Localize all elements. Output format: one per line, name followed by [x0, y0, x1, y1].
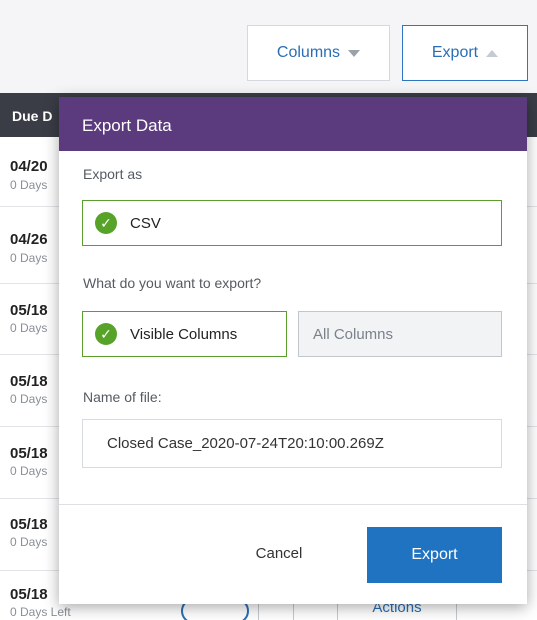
modal-footer-divider — [59, 504, 527, 505]
due-date: 04/20 — [10, 158, 48, 175]
toolbar: Columns Export — [0, 0, 537, 93]
csv-option[interactable]: ✓ CSV — [82, 200, 502, 246]
due-date: 04/26 — [10, 231, 48, 248]
export-toolbar-button-label: Export — [431, 44, 479, 61]
all-columns-option[interactable]: All Columns — [298, 311, 502, 357]
export-as-label: Export as — [83, 166, 143, 182]
export-data-modal: Export Data Export as ✓ CSV What do you … — [59, 97, 527, 604]
all-columns-label: All Columns — [313, 325, 394, 343]
export-button[interactable]: Export — [367, 527, 502, 583]
export-button-label: Export — [411, 546, 458, 563]
due-date: 05/18 — [10, 373, 48, 390]
caret-down-icon — [348, 49, 361, 57]
modal-title: Export Data — [82, 116, 172, 135]
columns-button[interactable]: Columns — [247, 25, 390, 81]
modal-header: Export Data — [59, 97, 527, 151]
days-left: 0 Days — [10, 535, 48, 549]
filename-input[interactable]: Closed Case_2020-07-24T20:10:00.269Z — [82, 419, 502, 468]
check-icon: ✓ — [95, 212, 117, 234]
caret-up-icon — [486, 49, 499, 57]
what-to-export-label: What do you want to export? — [83, 275, 262, 291]
days-left: 0 Days — [10, 178, 48, 192]
cancel-button[interactable]: Cancel — [229, 539, 329, 569]
check-icon: ✓ — [95, 323, 117, 345]
days-left: 0 Days — [10, 392, 48, 406]
due-date: 05/18 — [10, 516, 48, 533]
visible-columns-label: Visible Columns — [130, 325, 238, 343]
days-left: 0 Days — [10, 321, 48, 335]
export-toolbar-button[interactable]: Export — [402, 25, 528, 81]
due-date: 05/18 — [10, 302, 48, 319]
visible-columns-option[interactable]: ✓ Visible Columns — [82, 311, 287, 357]
due-date-column-header[interactable]: Due D — [12, 108, 52, 124]
csv-option-label: CSV — [130, 214, 161, 232]
due-date: 05/18 — [10, 445, 48, 462]
filename-label: Name of file: — [83, 389, 162, 405]
days-left: 0 Days — [10, 251, 48, 265]
filename-value: Closed Case_2020-07-24T20:10:00.269Z — [107, 435, 384, 452]
days-left: 0 Days — [10, 464, 48, 478]
columns-button-label: Columns — [276, 44, 341, 61]
